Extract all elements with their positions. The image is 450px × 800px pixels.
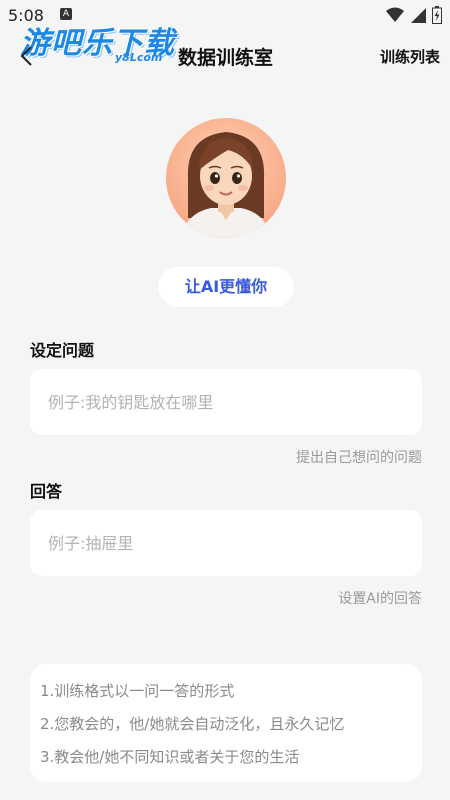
answer-input-box[interactable] bbox=[30, 510, 422, 576]
answer-hint: 设置AI的回答 bbox=[338, 591, 422, 607]
signal-icon bbox=[411, 8, 426, 23]
answer-label: 回答 bbox=[30, 482, 63, 501]
tip-item: 3.教会他/她不同知识或者关于您的生活 bbox=[40, 748, 300, 766]
question-hint: 提出自己想问的问题 bbox=[296, 450, 422, 466]
page-title: 数据训练室 bbox=[178, 47, 274, 69]
back-icon bbox=[20, 46, 32, 66]
avatar bbox=[166, 118, 286, 238]
question-input-box[interactable] bbox=[30, 369, 422, 435]
watermark-logo: 游吧乐下载 y8Lcom bbox=[20, 18, 175, 64]
answer-input[interactable] bbox=[30, 510, 422, 576]
make-ai-understand-button[interactable]: 让AI更懂你 bbox=[158, 267, 294, 307]
tip-item: 1.训练格式以一问一答的形式 bbox=[40, 682, 235, 700]
question-label: 设定问题 bbox=[30, 341, 95, 360]
question-input[interactable] bbox=[30, 369, 422, 435]
wifi-icon bbox=[386, 7, 404, 22]
status-icons bbox=[386, 6, 442, 24]
back-button[interactable] bbox=[14, 42, 42, 70]
battery-icon bbox=[432, 6, 442, 24]
watermark-sub: y8Lcom bbox=[115, 51, 163, 64]
tip-item: 2.您教会的，他/她就会自动泛化，且永久记忆 bbox=[40, 715, 345, 733]
training-list-link[interactable]: 训练列表 bbox=[380, 46, 440, 67]
tips-card: 1.训练格式以一问一答的形式 2.您教会的，他/她就会自动泛化，且永久记忆 3.… bbox=[30, 664, 422, 782]
avatar-girl bbox=[166, 118, 286, 238]
